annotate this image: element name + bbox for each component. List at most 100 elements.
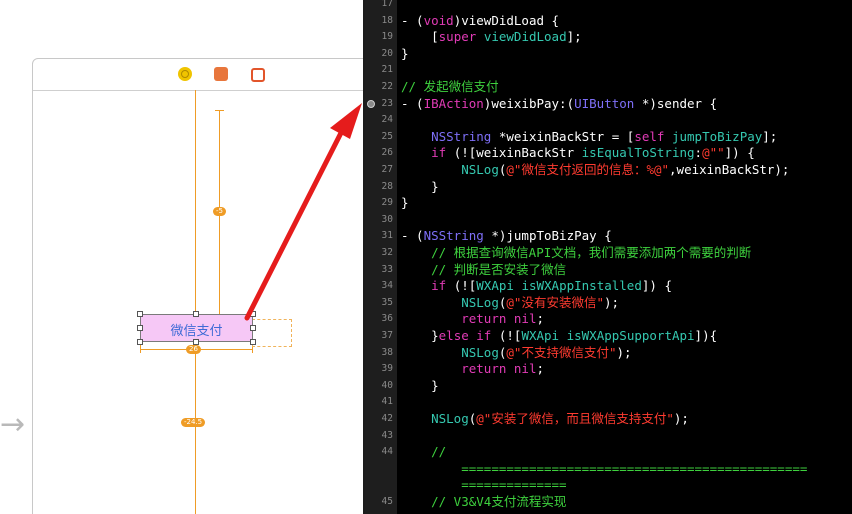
code-token: } <box>401 328 439 343</box>
code-token: ; <box>536 311 545 327</box>
resize-handle-top-left[interactable] <box>137 311 143 317</box>
width-constraint-cap-left <box>140 345 141 353</box>
code-line[interactable]: 18 - (void)viewDidLoad { <box>365 13 852 30</box>
code-line[interactable]: 28 } <box>365 179 852 196</box>
code-token: UIButton <box>574 95 635 111</box>
code-line[interactable]: 29} <box>365 195 852 212</box>
resize-handle-bottom-right[interactable] <box>250 339 256 345</box>
view-controller-icon[interactable] <box>178 67 192 81</box>
code-line[interactable]: 23 - (IBAction)weixibPay:(UIButton *)send… <box>365 96 852 113</box>
code-token: return <box>461 311 507 327</box>
line-number: 18 <box>381 14 393 26</box>
line-number: 28 <box>381 180 393 192</box>
code-line[interactable]: 37 }else if (![WXApi isWXAppSupportApi])… <box>365 328 852 345</box>
resize-handle-top[interactable] <box>193 311 199 317</box>
code-token: viewDidLoad <box>483 29 567 45</box>
resize-handle-bottom[interactable] <box>193 339 199 345</box>
code-line[interactable]: 36 return nil; <box>365 311 852 328</box>
code-token: @"微信支付返回的信息：%@" <box>506 162 670 177</box>
code-token: // <box>431 444 447 460</box>
code-line[interactable]: 45 // V3&V4支付流程实现 <box>365 494 852 511</box>
code-token: } <box>401 195 409 211</box>
line-number: 23 <box>381 97 393 109</box>
code-token: NSLog <box>461 162 499 177</box>
code-line[interactable]: 31 - (NSString *)jumpToBizPay { <box>365 228 852 245</box>
code-token: if <box>431 278 447 294</box>
code-token: ); <box>616 344 632 360</box>
bottom-constraint-badge[interactable]: -24.5 <box>181 418 206 427</box>
code-line[interactable]: ============== <box>365 477 852 494</box>
code-line[interactable]: 44 // <box>365 444 852 461</box>
code-text: if (![WXApi isWXAppInstalled]) { <box>401 278 672 295</box>
first-responder-icon[interactable] <box>214 67 228 81</box>
exit-icon[interactable] <box>251 68 265 82</box>
code-token: NSString <box>423 228 484 244</box>
code-token: - ( <box>401 12 424 28</box>
code-line[interactable]: 41 <box>365 394 852 411</box>
code-line[interactable]: 32 // 根据查询微信API文档，我们需要添加两个需要的判断 <box>365 245 852 262</box>
code-text: NSLog(@"不支持微信支付"); <box>401 344 632 362</box>
code-token: ); <box>603 294 620 310</box>
code-token: ========================================… <box>461 460 808 476</box>
code-text: // 判断是否安装了微信 <box>401 262 566 279</box>
top-constraint-badge[interactable]: -5 <box>213 207 226 216</box>
code-line[interactable]: 27 NSLog(@"微信支付返回的信息：%@",weixinBackStr); <box>365 162 852 179</box>
line-number: 19 <box>381 31 393 43</box>
code-token: isWXAppSupportApi <box>566 328 695 343</box>
wechat-pay-button[interactable]: 微信支付 <box>140 314 253 342</box>
center-guide-line <box>195 90 196 314</box>
interface-builder-canvas[interactable]: → -5 -24.5 26 微信支付 <box>0 0 363 514</box>
code-line[interactable]: 35 NSLog(@"没有安装微信"); <box>365 295 852 312</box>
resize-handle-top-right[interactable] <box>250 311 256 317</box>
code-line[interactable]: 24 <box>365 112 852 129</box>
code-line[interactable]: 42 NSLog(@"安装了微信，而且微信支持支付"); <box>365 411 852 428</box>
line-number: 17 <box>381 0 393 9</box>
code-line[interactable]: 33 // 判断是否安装了微信 <box>365 262 852 279</box>
code-text: - (IBAction)weixibPay:(UIButton *)sender… <box>401 96 717 113</box>
code-line[interactable]: 21 <box>365 62 852 79</box>
code-line[interactable]: 26 if (![weixinBackStr isEqualToString:@… <box>365 145 852 162</box>
code-token: )weixibPay:( <box>483 95 575 111</box>
line-number: 30 <box>381 213 393 225</box>
line-number: 37 <box>381 330 393 341</box>
code-token: } <box>401 45 409 61</box>
code-token: *weixinBackStr = [ <box>491 128 635 144</box>
code-line[interactable]: 38 NSLog(@"不支持微信支付"); <box>365 345 852 362</box>
code-text: - (NSString *)jumpToBizPay { <box>401 228 612 245</box>
line-number: 44 <box>381 446 393 458</box>
code-token: : <box>694 145 703 161</box>
code-token: NSLog <box>461 344 499 360</box>
code-editor[interactable]: 17 18 - (void)viewDidLoad {19 [super viewD… <box>365 0 852 514</box>
code-token: *)sender { <box>634 95 718 111</box>
line-number: 40 <box>381 379 393 391</box>
code-line[interactable]: 39 return nil; <box>365 361 852 378</box>
code-line[interactable]: ========================================… <box>365 461 852 478</box>
resize-handle-left[interactable] <box>137 325 143 331</box>
code-line[interactable]: 17 <box>365 0 852 13</box>
code-line[interactable]: 20} <box>365 46 852 63</box>
resize-handle-right[interactable] <box>250 325 256 331</box>
code-line[interactable]: 34 if (![WXApi isWXAppInstalled]) { <box>365 278 852 295</box>
bottom-constraint-line[interactable] <box>195 344 196 514</box>
code-text: } <box>401 195 409 212</box>
code-line[interactable]: 43 <box>365 428 852 445</box>
code-token: @"" <box>702 145 725 161</box>
code-text: - (void)viewDidLoad { <box>401 13 559 30</box>
code-token: // 判断是否安装了微信 <box>431 261 567 277</box>
view-controller-scene[interactable] <box>32 58 363 514</box>
code-line[interactable]: 19 [super viewDidLoad]; <box>365 29 852 46</box>
width-constraint-badge[interactable]: 26 <box>186 345 201 354</box>
code-line[interactable]: 25 NSString *weixinBackStr = [self jumpT… <box>365 129 852 146</box>
resize-handle-bottom-left[interactable] <box>137 339 143 345</box>
code-line[interactable]: 22 // 发起微信支付 <box>365 79 852 96</box>
code-text: if (![weixinBackStr isEqualToString:@""]… <box>401 145 755 162</box>
code-line[interactable]: 40 } <box>365 378 852 395</box>
code-line[interactable]: 30 <box>365 212 852 229</box>
